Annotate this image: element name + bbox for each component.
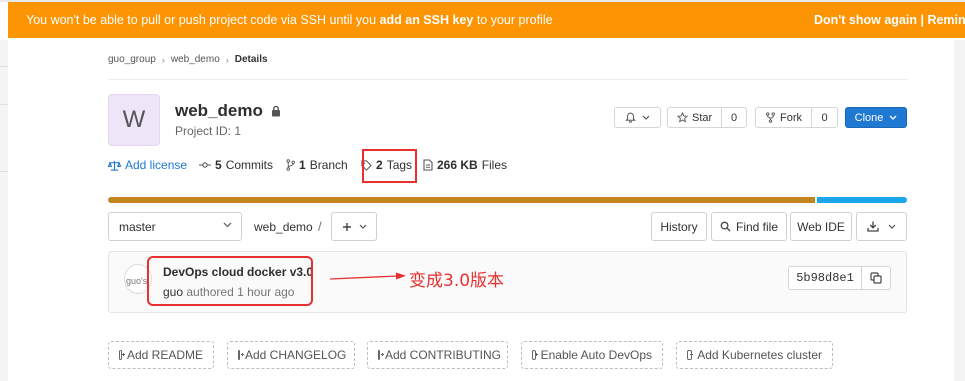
star-label-part[interactable]: Star bbox=[668, 108, 723, 127]
add-contributing-label: Add CONTRIBUTING bbox=[385, 348, 502, 362]
fork-count[interactable]: 0 bbox=[812, 112, 837, 124]
files-size: 266 KB bbox=[437, 158, 478, 172]
banner-text: You won't be able to pull or push projec… bbox=[26, 13, 380, 27]
fork-icon bbox=[766, 112, 775, 123]
banner-message: You won't be able to pull or push projec… bbox=[26, 13, 553, 27]
scale-icon bbox=[108, 160, 121, 171]
add-readme-label: Add README bbox=[126, 348, 203, 362]
clone-dropdown[interactable]: Clone bbox=[845, 107, 907, 128]
fork-button[interactable]: Fork 0 bbox=[755, 107, 838, 128]
files-label: Files bbox=[481, 158, 508, 172]
enable-auto-devops-button[interactable]: Enable Auto DevOps bbox=[521, 341, 663, 369]
fork-label: Fork bbox=[780, 111, 802, 124]
path-separator: / bbox=[318, 219, 322, 234]
chevron-down-icon bbox=[223, 222, 232, 228]
plus-square-icon bbox=[119, 350, 125, 360]
chevron-down-icon bbox=[888, 224, 896, 229]
branch-select-value: master bbox=[119, 219, 156, 234]
project-name: web_demo bbox=[175, 101, 263, 120]
project-id: Project ID: 1 bbox=[175, 124, 242, 138]
add-kubernetes-label: Add Kubernetes cluster bbox=[697, 348, 822, 362]
repo-path-link[interactable]: web_demo bbox=[254, 220, 313, 234]
plus-square-icon bbox=[687, 350, 694, 360]
add-readme-button[interactable]: Add README bbox=[108, 341, 214, 369]
branch-icon bbox=[286, 159, 295, 171]
banner-actions: Don't show again | Remind bbox=[814, 13, 965, 27]
plus-square-icon bbox=[532, 350, 538, 360]
lock-icon bbox=[271, 105, 280, 117]
banner-divider: | bbox=[916, 13, 928, 27]
commits-count: 5 bbox=[215, 158, 222, 172]
right-scroll-edge bbox=[954, 40, 965, 381]
branch-count: 1 bbox=[299, 158, 306, 172]
copy-sha-button[interactable] bbox=[861, 266, 891, 290]
chevron-down-icon bbox=[642, 115, 650, 120]
plus-square-icon bbox=[378, 350, 384, 360]
star-label: Star bbox=[692, 111, 713, 124]
branches-link[interactable]: 1 Branch bbox=[286, 158, 348, 172]
add-to-tree-dropdown[interactable] bbox=[331, 212, 377, 241]
files-link[interactable]: 266 KB Files bbox=[423, 158, 507, 172]
star-button[interactable]: Star 0 bbox=[667, 107, 747, 128]
history-label: History bbox=[660, 219, 698, 234]
banner-text-end: to your profile bbox=[473, 13, 553, 27]
repository-language-bar[interactable] bbox=[108, 197, 907, 203]
breadcrumb: guo_group › web_demo › Details bbox=[108, 54, 268, 65]
download-icon bbox=[867, 221, 879, 232]
project-title: web_demo bbox=[175, 101, 282, 121]
add-contributing-button[interactable]: Add CONTRIBUTING bbox=[367, 341, 508, 369]
license-label: Add license bbox=[125, 158, 188, 172]
ssh-key-banner: You won't be able to pull or push projec… bbox=[8, 2, 965, 38]
plus-icon bbox=[342, 222, 351, 231]
arrow-icon bbox=[329, 272, 406, 280]
commit-highlight-box bbox=[147, 256, 313, 306]
tags-highlight-box bbox=[362, 149, 417, 183]
divider bbox=[108, 79, 907, 80]
download-dropdown[interactable] bbox=[856, 212, 907, 241]
copy-icon bbox=[870, 272, 882, 284]
chevron-down-icon bbox=[359, 224, 366, 229]
history-button[interactable]: History bbox=[651, 212, 707, 241]
language-segment[interactable] bbox=[108, 197, 816, 203]
commit-icon bbox=[199, 162, 211, 168]
web-ide-button[interactable]: Web IDE bbox=[790, 212, 852, 241]
branch-label: Branch bbox=[309, 158, 348, 172]
enable-auto-devops-label: Enable Auto DevOps bbox=[540, 348, 652, 362]
star-icon bbox=[677, 112, 688, 123]
star-count[interactable]: 0 bbox=[722, 112, 746, 124]
avatar-letter: W bbox=[122, 106, 146, 133]
add-changelog-button[interactable]: Add CHANGELOG bbox=[227, 341, 355, 369]
chevron-down-icon bbox=[889, 115, 897, 120]
commits-link[interactable]: 5 Commits bbox=[199, 158, 273, 172]
find-file-button[interactable]: Find file bbox=[711, 212, 787, 241]
dont-show-again-link[interactable]: Don't show again bbox=[814, 13, 917, 27]
annotation-text: 变成3.0版本 bbox=[409, 271, 505, 291]
breadcrumb-current[interactable]: Details bbox=[235, 54, 268, 65]
bell-icon bbox=[625, 112, 636, 123]
remind-later-link[interactable]: Remind bbox=[927, 13, 965, 27]
plus-square-icon bbox=[238, 350, 244, 360]
notification-dropdown[interactable] bbox=[614, 107, 661, 128]
left-sidebar-edge bbox=[0, 40, 8, 381]
chevron-right-icon: › bbox=[161, 54, 165, 65]
add-ssh-key-link[interactable]: add an SSH key bbox=[380, 13, 474, 27]
web-ide-label: Web IDE bbox=[797, 219, 845, 234]
find-file-label: Find file bbox=[735, 219, 779, 234]
fork-label-part[interactable]: Fork bbox=[756, 108, 812, 127]
chevron-right-icon: › bbox=[225, 54, 229, 65]
breadcrumb-group[interactable]: guo_group bbox=[108, 54, 156, 65]
commits-label: Commits bbox=[225, 158, 274, 172]
commit-sha-button[interactable]: 5b98d8e1 bbox=[788, 266, 862, 290]
project-avatar: W bbox=[108, 94, 160, 146]
avatar-alt-text: guo's bbox=[126, 276, 148, 286]
add-changelog-label: Add CHANGELOG bbox=[245, 348, 347, 362]
file-icon bbox=[423, 159, 433, 171]
language-segment[interactable] bbox=[815, 197, 907, 203]
add-license-link[interactable]: Add license bbox=[108, 158, 187, 172]
branch-select[interactable]: master bbox=[108, 212, 242, 241]
breadcrumb-project[interactable]: web_demo bbox=[171, 54, 220, 65]
clone-label: Clone bbox=[854, 111, 884, 124]
add-kubernetes-cluster-button[interactable]: Add Kubernetes cluster bbox=[676, 341, 833, 369]
search-icon bbox=[720, 221, 731, 232]
